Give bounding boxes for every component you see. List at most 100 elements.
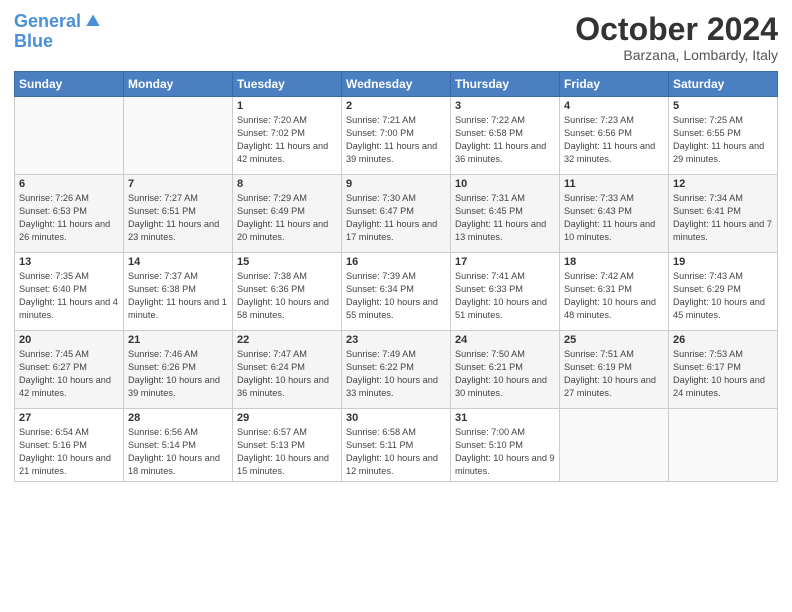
- day-info: Sunrise: 7:41 AM Sunset: 6:33 PM Dayligh…: [455, 270, 555, 322]
- day-cell: 30Sunrise: 6:58 AM Sunset: 5:11 PM Dayli…: [342, 409, 451, 482]
- day-cell: [669, 409, 778, 482]
- header-row: SundayMondayTuesdayWednesdayThursdayFrid…: [15, 72, 778, 97]
- day-number: 25: [564, 334, 664, 346]
- day-number: 30: [346, 412, 446, 424]
- day-number: 15: [237, 256, 337, 268]
- calendar-container: General Blue October 2024 Barzana, Lomba…: [0, 0, 792, 490]
- day-number: 27: [19, 412, 119, 424]
- day-info: Sunrise: 7:31 AM Sunset: 6:45 PM Dayligh…: [455, 192, 555, 244]
- day-cell: 16 Sunrise: 7:39 AM Sunset: 6:34 PM Dayli…: [342, 253, 451, 331]
- day-cell: 25 Sunrise: 7:51 AM Sunset: 6:19 PM Dayli…: [560, 331, 669, 409]
- day-number: 18: [564, 256, 664, 268]
- day-number: 3: [455, 100, 555, 112]
- day-cell: 7 Sunrise: 7:27 AM Sunset: 6:51 PM Daylig…: [124, 175, 233, 253]
- day-number: 16: [346, 256, 446, 268]
- day-cell: [560, 409, 669, 482]
- day-info: Sunrise: 7:39 AM Sunset: 6:34 PM Dayligh…: [346, 270, 446, 322]
- day-header-saturday: Saturday: [669, 72, 778, 97]
- day-number: 1: [237, 100, 337, 112]
- day-info: Sunrise: 7:30 AM Sunset: 6:47 PM Dayligh…: [346, 192, 446, 244]
- day-header-thursday: Thursday: [451, 72, 560, 97]
- day-number: 29: [237, 412, 337, 424]
- day-info: Sunrise: 7:20 AM Sunset: 7:02 PM Dayligh…: [237, 114, 337, 166]
- day-number: 7: [128, 178, 228, 190]
- day-cell: 15 Sunrise: 7:38 AM Sunset: 6:36 PM Dayli…: [233, 253, 342, 331]
- day-number: 31: [455, 412, 555, 424]
- day-info: Sunrise: 7:00 AM Sunset: 5:10 PM Dayligh…: [455, 426, 555, 478]
- day-number: 23: [346, 334, 446, 346]
- day-info: Sunrise: 7:33 AM Sunset: 6:43 PM Dayligh…: [564, 192, 664, 244]
- day-cell: 29 Sunrise: 6:57 AM Sunset: 5:13 PM Dayli…: [233, 409, 342, 482]
- day-number: 11: [564, 178, 664, 190]
- day-cell: 8 Sunrise: 7:29 AM Sunset: 6:49 PM Daylig…: [233, 175, 342, 253]
- day-number: 26: [673, 334, 773, 346]
- day-header-sunday: Sunday: [15, 72, 124, 97]
- week-row-3: 13 Sunrise: 7:35 AM Sunset: 6:40 PM Dayli…: [15, 253, 778, 331]
- day-cell: 12Sunrise: 7:34 AM Sunset: 6:41 PM Dayli…: [669, 175, 778, 253]
- day-cell: 21 Sunrise: 7:46 AM Sunset: 6:26 PM Dayli…: [124, 331, 233, 409]
- day-number: 24: [455, 334, 555, 346]
- day-cell: 1 Sunrise: 7:20 AM Sunset: 7:02 PM Daylig…: [233, 97, 342, 175]
- day-number: 20: [19, 334, 119, 346]
- day-header-tuesday: Tuesday: [233, 72, 342, 97]
- day-info: Sunrise: 7:53 AM Sunset: 6:17 PM Dayligh…: [673, 348, 773, 400]
- day-cell: 22Sunrise: 7:47 AM Sunset: 6:24 PM Dayli…: [233, 331, 342, 409]
- day-info: Sunrise: 7:22 AM Sunset: 6:58 PM Dayligh…: [455, 114, 555, 166]
- day-cell: 23 Sunrise: 7:49 AM Sunset: 6:22 PM Dayli…: [342, 331, 451, 409]
- day-cell: 20 Sunrise: 7:45 AM Sunset: 6:27 PM Dayli…: [15, 331, 124, 409]
- day-info: Sunrise: 7:35 AM Sunset: 6:40 PM Dayligh…: [19, 270, 119, 322]
- day-cell: 5Sunrise: 7:25 AM Sunset: 6:55 PM Daylig…: [669, 97, 778, 175]
- day-info: Sunrise: 7:27 AM Sunset: 6:51 PM Dayligh…: [128, 192, 228, 244]
- day-info: Sunrise: 7:46 AM Sunset: 6:26 PM Dayligh…: [128, 348, 228, 400]
- logo-icon: [83, 11, 103, 31]
- day-cell: 9 Sunrise: 7:30 AM Sunset: 6:47 PM Daylig…: [342, 175, 451, 253]
- day-cell: 11 Sunrise: 7:33 AM Sunset: 6:43 PM Dayli…: [560, 175, 669, 253]
- day-number: 2: [346, 100, 446, 112]
- day-cell: 13 Sunrise: 7:35 AM Sunset: 6:40 PM Dayli…: [15, 253, 124, 331]
- day-cell: 17Sunrise: 7:41 AM Sunset: 6:33 PM Dayli…: [451, 253, 560, 331]
- day-info: Sunrise: 7:26 AM Sunset: 6:53 PM Dayligh…: [19, 192, 119, 244]
- day-number: 19: [673, 256, 773, 268]
- day-cell: [124, 97, 233, 175]
- day-header-monday: Monday: [124, 72, 233, 97]
- title-block: October 2024 Barzana, Lombardy, Italy: [575, 12, 778, 63]
- day-cell: 26 Sunrise: 7:53 AM Sunset: 6:17 PM Dayli…: [669, 331, 778, 409]
- day-info: Sunrise: 7:47 AM Sunset: 6:24 PM Dayligh…: [237, 348, 337, 400]
- day-cell: 6Sunrise: 7:26 AM Sunset: 6:53 PM Daylig…: [15, 175, 124, 253]
- day-cell: 31 Sunrise: 7:00 AM Sunset: 5:10 PM Dayli…: [451, 409, 560, 482]
- week-row-2: 6Sunrise: 7:26 AM Sunset: 6:53 PM Daylig…: [15, 175, 778, 253]
- day-number: 14: [128, 256, 228, 268]
- day-cell: 2Sunrise: 7:21 AM Sunset: 7:00 PM Daylig…: [342, 97, 451, 175]
- day-info: Sunrise: 7:29 AM Sunset: 6:49 PM Dayligh…: [237, 192, 337, 244]
- day-cell: 10Sunrise: 7:31 AM Sunset: 6:45 PM Dayli…: [451, 175, 560, 253]
- week-row-1: 1 Sunrise: 7:20 AM Sunset: 7:02 PM Daylig…: [15, 97, 778, 175]
- day-cell: 14Sunrise: 7:37 AM Sunset: 6:38 PM Dayli…: [124, 253, 233, 331]
- day-cell: 24 Sunrise: 7:50 AM Sunset: 6:21 PM Dayli…: [451, 331, 560, 409]
- logo-text: General: [14, 12, 81, 32]
- day-header-friday: Friday: [560, 72, 669, 97]
- day-info: Sunrise: 6:57 AM Sunset: 5:13 PM Dayligh…: [237, 426, 337, 478]
- day-info: Sunrise: 7:50 AM Sunset: 6:21 PM Dayligh…: [455, 348, 555, 400]
- day-header-wednesday: Wednesday: [342, 72, 451, 97]
- week-row-4: 20 Sunrise: 7:45 AM Sunset: 6:27 PM Dayli…: [15, 331, 778, 409]
- day-info: Sunrise: 7:51 AM Sunset: 6:19 PM Dayligh…: [564, 348, 664, 400]
- day-number: 13: [19, 256, 119, 268]
- day-cell: 18Sunrise: 7:42 AM Sunset: 6:31 PM Dayli…: [560, 253, 669, 331]
- month-title: October 2024: [575, 12, 778, 47]
- day-info: Sunrise: 6:56 AM Sunset: 5:14 PM Dayligh…: [128, 426, 228, 478]
- day-info: Sunrise: 7:23 AM Sunset: 6:56 PM Dayligh…: [564, 114, 664, 166]
- day-info: Sunrise: 7:49 AM Sunset: 6:22 PM Dayligh…: [346, 348, 446, 400]
- day-info: Sunrise: 7:34 AM Sunset: 6:41 PM Dayligh…: [673, 192, 773, 244]
- day-cell: 27Sunrise: 6:54 AM Sunset: 5:16 PM Dayli…: [15, 409, 124, 482]
- day-info: Sunrise: 7:38 AM Sunset: 6:36 PM Dayligh…: [237, 270, 337, 322]
- day-number: 4: [564, 100, 664, 112]
- day-number: 8: [237, 178, 337, 190]
- day-cell: 3 Sunrise: 7:22 AM Sunset: 6:58 PM Daylig…: [451, 97, 560, 175]
- day-number: 9: [346, 178, 446, 190]
- header: General Blue October 2024 Barzana, Lomba…: [14, 12, 778, 63]
- day-info: Sunrise: 7:25 AM Sunset: 6:55 PM Dayligh…: [673, 114, 773, 166]
- location: Barzana, Lombardy, Italy: [575, 47, 778, 63]
- logo-text-blue: Blue: [14, 32, 53, 52]
- day-number: 21: [128, 334, 228, 346]
- day-info: Sunrise: 7:45 AM Sunset: 6:27 PM Dayligh…: [19, 348, 119, 400]
